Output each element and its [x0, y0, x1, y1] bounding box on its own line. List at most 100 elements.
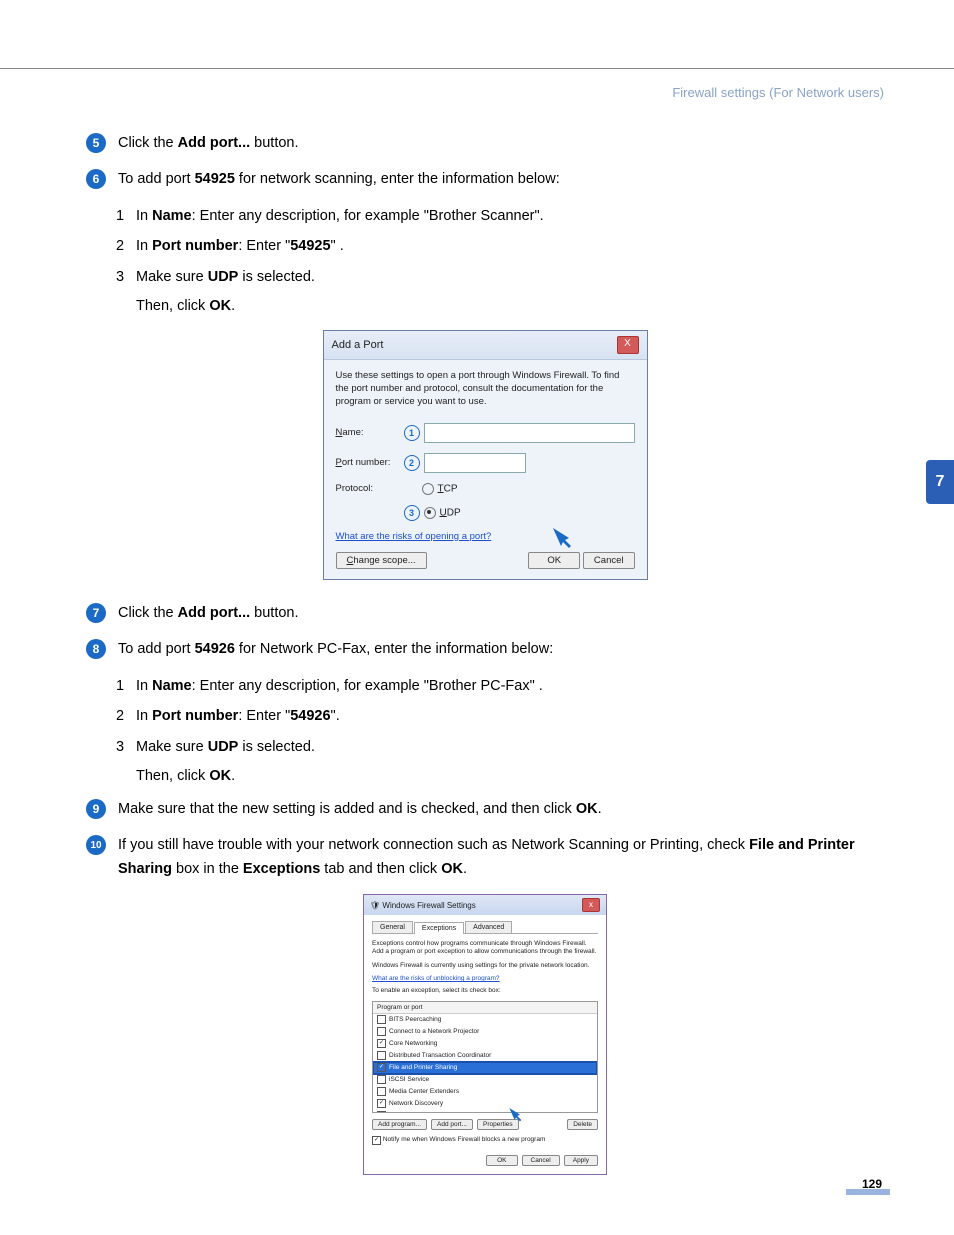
text: Then, click [136, 298, 209, 314]
substep-num: 3 [116, 735, 136, 760]
checkbox-icon[interactable]: ✓ [377, 1063, 386, 1072]
step-bullet: 9 [86, 799, 106, 819]
dialog-title: Add a Port [332, 339, 384, 351]
text-bold: 54925 [290, 238, 330, 254]
list-item[interactable]: iSCSI Service [373, 1074, 597, 1086]
list-item[interactable]: ✓Network Discovery [373, 1098, 597, 1110]
cancel-button[interactable]: Cancel [583, 552, 635, 569]
arrow-icon [508, 1106, 528, 1124]
text: : Enter " [238, 238, 290, 254]
text: button. [250, 135, 298, 151]
text-bold: 54926 [195, 641, 235, 657]
text: If you still have trouble with your netw… [118, 837, 749, 853]
list-item[interactable]: Media Center Extenders [373, 1086, 597, 1098]
text: . [231, 768, 235, 784]
port-input[interactable] [424, 453, 526, 473]
checkbox-icon[interactable] [377, 1075, 386, 1084]
risks-link[interactable]: What are the risks of unblocking a progr… [372, 975, 500, 982]
cancel-button[interactable]: Cancel [522, 1155, 560, 1166]
step-7: 7 Click the Add port... button. [86, 602, 884, 626]
tab-exceptions[interactable]: Exceptions [414, 922, 464, 934]
text: is selected. [238, 269, 315, 285]
ok-button[interactable]: OK [486, 1155, 517, 1166]
text: Click the [118, 605, 178, 621]
text: Then, click [136, 768, 209, 784]
substep: 3Make sure UDP is selected. [116, 265, 884, 290]
text-bold: Add port... [178, 605, 251, 621]
text-bold: Name [152, 678, 192, 694]
text-bold: Name [152, 208, 192, 224]
list-item[interactable]: ✓Core Networking [373, 1038, 597, 1050]
list-item[interactable]: Connect to a Network Projector [373, 1026, 597, 1038]
tabs: General Exceptions Advanced [372, 921, 598, 934]
text: To add port [118, 171, 195, 187]
text: Windows Firewall is currently using sett… [372, 962, 598, 970]
text: for Network PC-Fax, enter the informatio… [235, 641, 553, 657]
substep: 1In Name: Enter any description, for exa… [116, 204, 884, 229]
name-input[interactable] [424, 423, 635, 443]
close-icon[interactable]: X [617, 336, 639, 354]
then-text: Then, click OK. [136, 764, 884, 789]
text-bold: 54926 [290, 708, 330, 724]
list-item[interactable]: ✓File and Printer Sharing [373, 1062, 597, 1074]
tcp-radio[interactable] [422, 483, 434, 495]
checkbox-icon[interactable]: ✓ [377, 1099, 386, 1108]
checkbox-icon[interactable] [377, 1015, 386, 1024]
text-bold: UDP [208, 739, 239, 755]
checkbox-icon[interactable] [377, 1051, 386, 1060]
text: tab and then click [320, 861, 441, 877]
list-item[interactable]: Remote Administration [373, 1110, 597, 1113]
text-bold: OK [209, 768, 231, 784]
dialog-description: Use these settings to open a port throug… [336, 370, 635, 408]
text: button. [250, 605, 298, 621]
tab-advanced[interactable]: Advanced [465, 921, 512, 933]
text: Make sure [136, 739, 208, 755]
then-text: Then, click OK. [136, 294, 884, 319]
name-label: Name: [336, 427, 404, 438]
text-bold: OK [209, 298, 231, 314]
text: . [463, 861, 467, 877]
substep-num: 2 [116, 234, 136, 259]
exceptions-list[interactable]: Program or port BITS PeercachingConnect … [372, 1001, 598, 1113]
step-9: 9 Make sure that the new setting is adde… [86, 798, 884, 822]
step-10: 10 If you still have trouble with your n… [86, 834, 884, 882]
checkbox-icon[interactable] [377, 1087, 386, 1096]
checkbox-icon[interactable]: ✓ [377, 1039, 386, 1048]
protocol-label: Protocol: [336, 483, 404, 494]
change-scope-button[interactable]: Change scope... [336, 552, 427, 569]
page-number: 129 [862, 1177, 882, 1191]
step-bullet: 8 [86, 639, 106, 659]
apply-button[interactable]: Apply [564, 1155, 598, 1166]
checkbox-icon[interactable] [377, 1111, 386, 1113]
list-item[interactable]: BITS Peercaching [373, 1014, 597, 1026]
tab-general[interactable]: General [372, 921, 413, 933]
text: : Enter " [238, 708, 290, 724]
udp-radio[interactable] [424, 507, 436, 519]
text-bold: UDP [208, 269, 239, 285]
text: : Enter any description, for example "Br… [192, 208, 544, 224]
substep-num: 3 [116, 265, 136, 290]
text: To enable an exception, select its check… [372, 987, 598, 995]
checkbox-icon[interactable] [377, 1027, 386, 1036]
ok-button[interactable]: OK [528, 552, 580, 569]
step-8: 8 To add port 54926 for Network PC-Fax, … [86, 638, 884, 662]
text-bold: 54925 [195, 171, 235, 187]
list-item[interactable]: Distributed Transaction Coordinator [373, 1050, 597, 1062]
add-program-button[interactable]: Add program... [372, 1119, 427, 1130]
list-header: Program or port [373, 1002, 597, 1014]
risks-link[interactable]: What are the risks of opening a port? [336, 531, 492, 542]
notify-checkbox[interactable]: ✓ Notify me when Windows Firewall blocks… [372, 1136, 598, 1145]
substep: 3Make sure UDP is selected. [116, 735, 884, 760]
add-port-button[interactable]: Add port... [431, 1119, 473, 1130]
delete-button[interactable]: Delete [567, 1119, 598, 1130]
step-5: 5 Click the Add port... button. [86, 132, 884, 156]
text: box in the [172, 861, 243, 877]
text: : Enter any description, for example "Br… [192, 678, 543, 694]
text: . [598, 801, 602, 817]
text: is selected. [238, 739, 315, 755]
breadcrumb: Firewall settings (For Network users) [0, 85, 954, 100]
close-icon[interactable]: x [582, 898, 600, 912]
substep-num: 1 [116, 204, 136, 229]
add-port-dialog: Add a Port X Use these settings to open a… [323, 330, 648, 579]
text: Click the [118, 135, 178, 151]
